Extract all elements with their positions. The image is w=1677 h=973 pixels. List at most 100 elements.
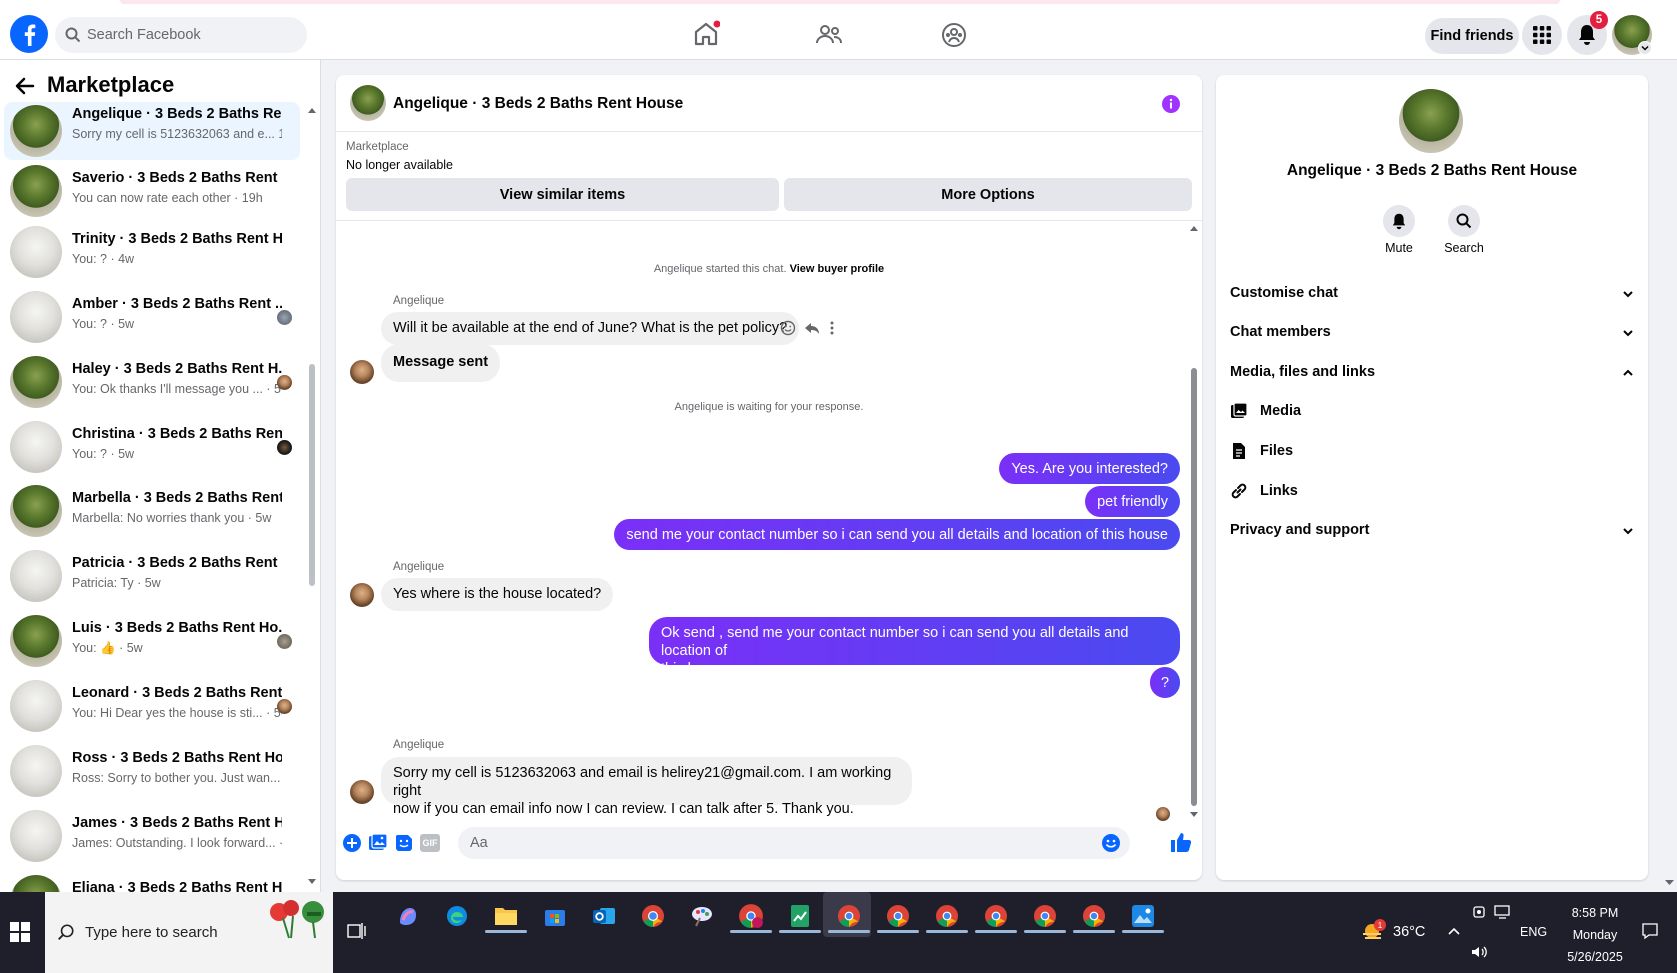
outlook-icon[interactable] — [588, 900, 620, 932]
sender-avatar[interactable] — [350, 780, 374, 804]
react-emoji-icon[interactable] — [780, 320, 796, 336]
incoming-message[interactable]: Yes where is the house located? — [381, 578, 614, 611]
conversation-item[interactable]: Ross · 3 Beds 2 Baths Rent House Ross: S… — [4, 742, 300, 800]
search-highlight-illustration-icon — [263, 898, 329, 940]
meet-now-icon[interactable] — [1472, 904, 1488, 920]
chat-scroll-up-arrow-icon[interactable] — [1189, 224, 1199, 232]
menu-grid-button[interactable] — [1522, 15, 1562, 55]
chat-members-section[interactable]: Chat members — [1230, 324, 1635, 340]
clock[interactable]: 8:58 PM Monday 5/26/2025 — [1555, 902, 1635, 968]
back-arrow-icon[interactable] — [13, 74, 37, 98]
conversation-item[interactable]: Patricia · 3 Beds 2 Baths Rent H... Patr… — [4, 547, 300, 605]
more-vertical-icon[interactable] — [829, 320, 835, 336]
conversation-item[interactable]: Luis · 3 Beds 2 Baths Rent Ho... You: 👍 … — [4, 612, 300, 670]
home-icon[interactable] — [692, 20, 720, 48]
media-item[interactable]: Media — [1230, 402, 1301, 420]
temperature-label[interactable]: 36°C — [1393, 924, 1425, 940]
view-buyer-profile-link[interactable]: View buyer profile — [790, 263, 885, 275]
media-files-links-section[interactable]: Media, files and links — [1230, 364, 1635, 380]
network-icon[interactable] — [1494, 904, 1512, 920]
conversation-item[interactable]: Christina · 3 Beds 2 Baths Ren... You: ?… — [4, 418, 300, 476]
conversation-item[interactable]: Eliana · 3 Beds 2 Baths Rent Hou... — [4, 872, 300, 892]
mute-button[interactable] — [1383, 205, 1415, 237]
photos-app-icon[interactable] — [1127, 900, 1159, 932]
customise-chat-section[interactable]: Customise chat — [1230, 285, 1635, 301]
files-item[interactable]: Files — [1230, 442, 1293, 460]
search-input[interactable]: Search Facebook — [55, 17, 307, 53]
reply-icon[interactable] — [804, 320, 820, 336]
facebook-logo-icon[interactable] — [10, 15, 48, 53]
conversation-item[interactable]: Leonard · 3 Beds 2 Baths Rent... You: Hi… — [4, 677, 300, 735]
windows-start-icon[interactable] — [10, 922, 30, 942]
incoming-message[interactable]: Message sent — [381, 344, 501, 382]
chrome-profile-icon[interactable] — [735, 900, 767, 932]
friends-icon[interactable] — [815, 21, 843, 49]
microsoft-store-icon[interactable] — [539, 900, 571, 932]
page-scrollbar[interactable] — [1662, 60, 1677, 892]
spreadsheet-app-icon[interactable] — [784, 900, 816, 932]
outgoing-message-multiline[interactable]: Ok send , send me your contact number so… — [649, 617, 1180, 677]
privacy-support-section[interactable]: Privacy and support — [1230, 522, 1635, 538]
left-scrollbar-thumb[interactable] — [309, 364, 315, 586]
conversation-item[interactable]: Marbella · 3 Beds 2 Baths Rent ... Marbe… — [4, 482, 300, 540]
groups-icon[interactable] — [940, 21, 968, 49]
taskbar-search-box[interactable]: Type here to search — [45, 892, 333, 973]
chrome-window-icon[interactable] — [833, 900, 865, 932]
gif-button[interactable]: GIF — [420, 834, 440, 852]
paint-app-icon[interactable] — [686, 900, 718, 932]
file-explorer-icon[interactable] — [490, 900, 522, 932]
outgoing-message[interactable]: pet friendly — [1085, 486, 1180, 517]
outgoing-message[interactable]: Yes. Are you interested? — [999, 453, 1180, 484]
chat-scroll-down-arrow-icon[interactable] — [1189, 811, 1199, 819]
scroll-down-arrow-icon[interactable] — [307, 878, 317, 886]
conversation-item[interactable]: Angelique · 3 Beds 2 Baths Rent... Sorry… — [4, 102, 300, 160]
notification-center-icon[interactable] — [1641, 922, 1659, 940]
chrome-window-icon[interactable] — [931, 900, 963, 932]
chrome-window-icon[interactable] — [1029, 900, 1061, 932]
edge-browser-icon[interactable] — [441, 900, 473, 932]
listing-status: No longer available — [346, 158, 454, 172]
photo-icon[interactable] — [368, 833, 388, 853]
search-in-chat-button[interactable] — [1448, 205, 1480, 237]
section-label: Customise chat — [1230, 285, 1338, 301]
account-menu-chevron-icon[interactable] — [1638, 41, 1652, 55]
info-icon[interactable] — [1161, 94, 1181, 114]
incoming-message[interactable]: Will it be available at the end of June?… — [381, 312, 800, 345]
more-options-button[interactable]: More Options — [784, 178, 1192, 211]
sender-avatar[interactable] — [350, 360, 374, 384]
media-label: Media — [1260, 403, 1302, 419]
chat-title[interactable]: Angelique · 3 Beds 2 Baths Rent House — [393, 95, 683, 113]
search-icon — [65, 27, 81, 43]
outgoing-message[interactable]: ? — [1150, 667, 1180, 698]
chat-avatar[interactable] — [350, 85, 386, 121]
chrome-window-icon[interactable] — [882, 900, 914, 932]
language-indicator[interactable]: ENG — [1520, 925, 1547, 939]
outgoing-message[interactable]: send me your contact number so i can sen… — [614, 519, 1180, 550]
conversation-item[interactable]: James · 3 Beds 2 Baths Rent Ho... James:… — [4, 807, 300, 865]
thumbs-up-icon[interactable] — [1170, 831, 1192, 853]
sender-avatar[interactable] — [350, 583, 374, 607]
plus-circle-icon[interactable] — [342, 833, 362, 853]
conversation-item[interactable]: Saverio · 3 Beds 2 Baths Rent H... You c… — [4, 162, 300, 220]
conversation-item[interactable]: Trinity · 3 Beds 2 Baths Rent Ho... You:… — [4, 223, 300, 281]
seen-avatar — [277, 310, 292, 325]
incoming-message-multiline[interactable]: Sorry my cell is 5123632063 and email is… — [381, 757, 912, 817]
find-friends-button[interactable]: Find friends — [1425, 18, 1519, 54]
tray-chevron-up-icon[interactable] — [1447, 926, 1461, 936]
chrome-icon[interactable] — [637, 900, 669, 932]
message-input[interactable]: Aa — [458, 827, 1130, 859]
scroll-up-arrow-icon[interactable] — [307, 106, 317, 114]
copilot-icon[interactable] — [392, 900, 424, 932]
view-similar-items-button[interactable]: View similar items — [346, 178, 779, 211]
conversation-item[interactable]: Haley · 3 Beds 2 Baths Rent H... You: Ok… — [4, 353, 300, 411]
chrome-window-icon[interactable] — [1078, 900, 1110, 932]
sticker-icon[interactable] — [394, 833, 414, 853]
conversation-item[interactable]: Amber · 3 Beds 2 Baths Rent ... You: ? ·… — [4, 288, 300, 346]
details-avatar[interactable] — [1399, 89, 1463, 153]
links-item[interactable]: Links — [1230, 482, 1298, 500]
chat-scrollbar-thumb[interactable] — [1191, 368, 1197, 806]
chrome-window-icon[interactable] — [980, 900, 1012, 932]
task-view-icon[interactable] — [347, 922, 367, 940]
emoji-icon[interactable] — [1101, 833, 1121, 853]
volume-icon[interactable] — [1470, 944, 1488, 960]
